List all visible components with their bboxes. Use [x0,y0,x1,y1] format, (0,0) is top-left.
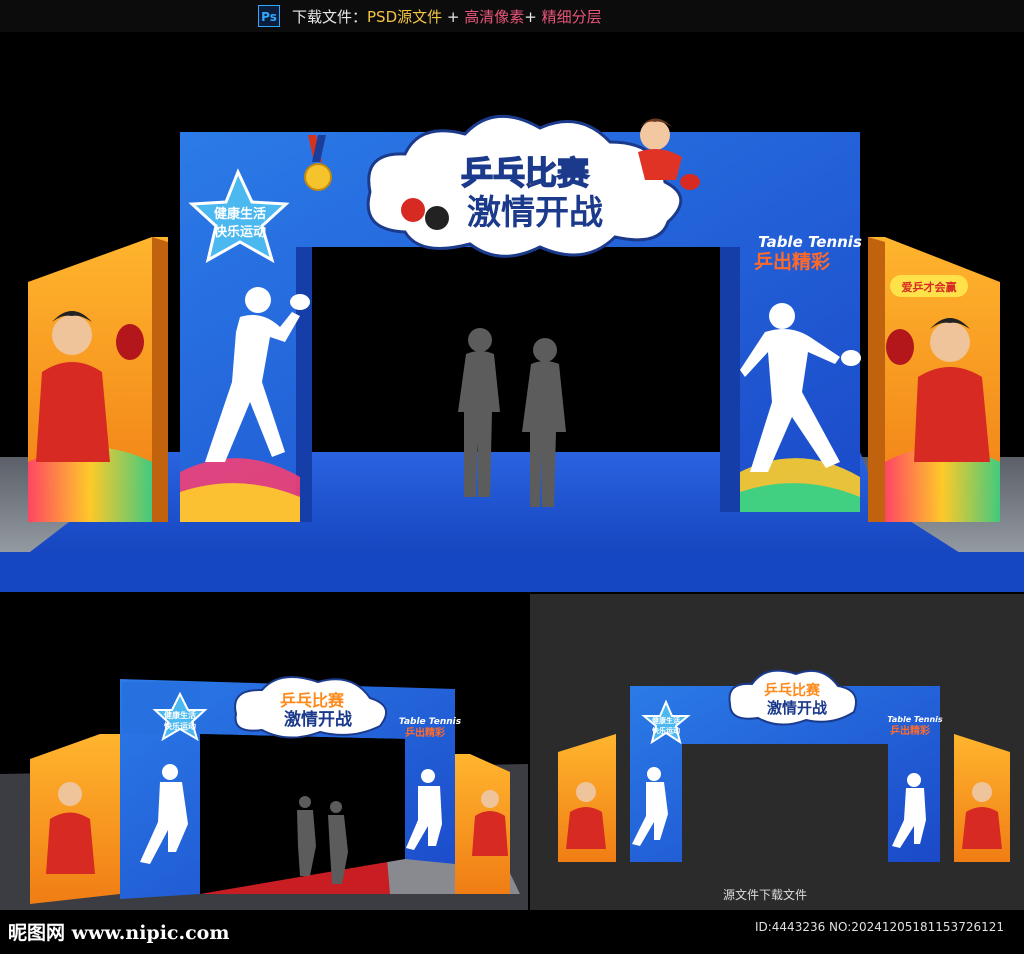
player-head [52,315,92,355]
perspective-render-view: 乒乓比赛 激情开战 健康生活 快乐运动 Table Tennis 乒出精彩 [0,594,528,910]
en-label: Table Tennis [887,715,943,724]
photoshop-icon: Ps [258,5,280,27]
paddle-icon [401,198,425,222]
star-line2: 快乐运动 [214,224,266,240]
cn-label: 乒出精彩 [890,724,930,737]
player-shirt [914,367,990,462]
top-banner: Ps 下载文件：PSD源文件 + 高清像素+ 精细分层 [0,0,1024,32]
download-info: 下载文件：PSD源文件 + 高清像素+ 精细分层 [292,6,602,27]
arch-title-line1: 乒乓比赛 [461,154,590,192]
plus-separator: + [524,8,542,26]
cn-label: 乒出精彩 [754,250,830,273]
en-label: Table Tennis [399,717,462,727]
image-id-line: ID:4443236 NO:20241205181153726121 [754,920,1004,934]
player-shirt [36,362,110,462]
arch-title-line2: 激情开战 [467,193,603,233]
player-head [930,322,970,362]
star-line1: 健康生活 [214,206,266,222]
flat-layout-view: 乒乓比赛 激情开战 健康生活 快乐运动 Table Tennis 乒出精彩 源文… [530,594,1024,910]
psd-source-label: PSD源文件 [367,8,443,26]
footer-bar: 昵图网 www.nipic.com ID:4443236 NO:20241205… [0,910,1024,954]
perspective-scene-graphic: 乒乓比赛 激情开战 健康生活 快乐运动 Table Tennis 乒出精彩 [0,676,528,910]
en-label: Table Tennis [758,233,862,251]
left-side-panel [28,237,168,522]
star-line2: 快乐运动 [652,726,680,735]
arch-title-line1: 乒乓比赛 [764,682,821,699]
arch-title-line2: 激情开战 [767,699,827,717]
arch-title-line2: 激情开战 [284,709,352,730]
star-line2: 快乐运动 [164,721,196,731]
fine-layers-label: 精细分层 [541,8,602,26]
side-badge-text: 爱乒才会赢 [902,280,957,294]
paddle-icon [425,206,449,230]
right-side-panel: 爱乒才会赢 [868,237,1000,522]
download-label: 下载文件： [292,8,368,26]
paddle-icon [886,329,914,365]
star-line1: 健康生活 [652,716,680,725]
plus-separator: + [442,8,465,26]
main-render-view: 爱乒才会赢 健康生活 快乐运动 乒乓比赛 激情开战 Table Tennis 乒… [0,32,1024,594]
site-watermark: 昵图网 www.nipic.com [8,922,230,944]
main-scene-graphic: 爱乒才会赢 健康生活 快乐运动 乒乓比赛 激情开战 Table Tennis 乒… [0,114,1024,592]
star-line1: 健康生活 [164,710,196,720]
arch-title-line1: 乒乓比赛 [280,691,345,710]
cn-label: 乒出精彩 [405,726,445,739]
flat-view-caption: 源文件下载文件 [723,888,808,902]
flat-layout-graphic: 乒乓比赛 激情开战 健康生活 快乐运动 Table Tennis 乒出精彩 [558,669,1010,862]
blue-platform-front [0,552,1024,592]
hd-pixels-label: 高清像素 [464,8,525,26]
paddle-icon [116,324,144,360]
